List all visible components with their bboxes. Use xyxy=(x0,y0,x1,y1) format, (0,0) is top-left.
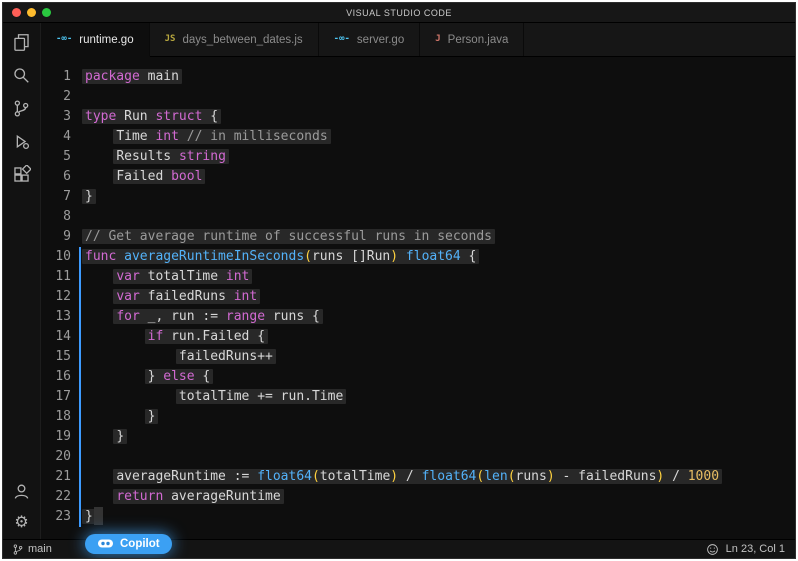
activity-bar: ⚙ xyxy=(3,23,41,539)
line-number: 4 xyxy=(41,127,71,147)
cursor-position[interactable]: Ln 23, Col 1 xyxy=(726,543,785,555)
close-button[interactable] xyxy=(12,8,21,17)
account-button[interactable] xyxy=(10,480,34,502)
js-file-icon: JS xyxy=(165,35,176,44)
code-line[interactable]: 19 } xyxy=(41,427,795,447)
settings-button[interactable]: ⚙ xyxy=(10,511,34,533)
code-line[interactable]: 18 } xyxy=(41,407,795,427)
sidebar-item-search[interactable] xyxy=(10,64,34,86)
code-line[interactable]: 11 var totalTime int xyxy=(41,267,795,287)
java-file-icon: J xyxy=(435,35,440,44)
code-line[interactable]: 1package main xyxy=(41,67,795,87)
tab-label: runtime.go xyxy=(79,34,133,46)
code-line[interactable]: 21 averageRuntime := float64(totalTime) … xyxy=(41,467,795,487)
code-line[interactable]: 9// Get average runtime of successful ru… xyxy=(41,227,795,247)
feedback-smiley-icon xyxy=(706,543,719,556)
line-number: 12 xyxy=(41,287,71,307)
vscode-window: Visual Studio Code xyxy=(2,2,796,559)
code-line[interactable]: 4 Time int // in milliseconds xyxy=(41,127,795,147)
code-line[interactable]: 13 for _, run := range runs { xyxy=(41,307,795,327)
line-number: 1 xyxy=(41,67,71,87)
search-icon xyxy=(12,66,31,85)
code-line[interactable]: 22 return averageRuntime xyxy=(41,487,795,507)
tab-runtime.go[interactable]: -∞- runtime.go xyxy=(41,23,150,57)
feedback-button[interactable] xyxy=(706,543,719,556)
line-number: 14 xyxy=(41,327,71,347)
editor[interactable]: 1package main23type Run struct {4 Time i… xyxy=(41,57,795,539)
sidebar-item-run-debug[interactable] xyxy=(10,130,34,152)
settings-gear-icon: ⚙ xyxy=(14,514,28,530)
go-file-icon: -∞- xyxy=(334,35,350,44)
title-bar: Visual Studio Code xyxy=(3,3,795,23)
code-line[interactable]: 23} xyxy=(41,507,795,527)
line-number: 10 xyxy=(41,247,71,267)
copilot-badge[interactable]: Copilot xyxy=(85,534,172,554)
code-line[interactable]: 16 } else { xyxy=(41,367,795,387)
line-number: 11 xyxy=(41,267,71,287)
branch-indicator[interactable]: main xyxy=(12,543,52,556)
line-number: 20 xyxy=(41,447,71,467)
code-line[interactable]: 8 xyxy=(41,207,795,227)
line-number: 15 xyxy=(41,347,71,367)
line-number: 16 xyxy=(41,367,71,387)
zoom-button[interactable] xyxy=(42,8,51,17)
branch-icon xyxy=(12,543,24,556)
copilot-label: Copilot xyxy=(120,538,160,550)
code-line[interactable]: 6 Failed bool xyxy=(41,167,795,187)
line-number: 21 xyxy=(41,467,71,487)
explorer-icon xyxy=(12,33,31,52)
line-number: 22 xyxy=(41,487,71,507)
code-line[interactable]: 7} xyxy=(41,187,795,207)
code-line[interactable]: 20 xyxy=(41,447,795,467)
sidebar-item-source-control[interactable] xyxy=(10,97,34,119)
go-file-icon: -∞- xyxy=(56,35,72,44)
code-line[interactable]: 5 Results string xyxy=(41,147,795,167)
code-line[interactable]: 10func averageRuntimeInSeconds(runs []Ru… xyxy=(41,247,795,267)
window-title: Visual Studio Code xyxy=(346,8,452,18)
tab-days_between_dates.js[interactable]: JS days_between_dates.js xyxy=(150,23,319,56)
line-number: 8 xyxy=(41,207,71,227)
run-debug-icon xyxy=(12,132,31,151)
code-area[interactable]: 1package main23type Run struct {4 Time i… xyxy=(41,57,795,527)
line-number: 2 xyxy=(41,87,71,107)
line-number: 7 xyxy=(41,187,71,207)
tab-label: Person.java xyxy=(448,34,509,46)
code-line[interactable]: 17 totalTime += run.Time xyxy=(41,387,795,407)
code-line[interactable]: 3type Run struct { xyxy=(41,107,795,127)
line-number: 5 xyxy=(41,147,71,167)
sidebar-item-extensions[interactable] xyxy=(10,163,34,185)
line-number: 17 xyxy=(41,387,71,407)
tab-server.go[interactable]: -∞- server.go xyxy=(319,23,421,56)
line-number: 23 xyxy=(41,507,71,527)
line-number: 3 xyxy=(41,107,71,127)
sidebar-item-explorer[interactable] xyxy=(10,31,34,53)
line-number: 6 xyxy=(41,167,71,187)
minimize-button[interactable] xyxy=(27,8,36,17)
source-control-icon xyxy=(12,99,31,118)
branch-name: main xyxy=(28,543,52,555)
text-cursor xyxy=(94,507,103,525)
line-number: 19 xyxy=(41,427,71,447)
code-line[interactable]: 2 xyxy=(41,87,795,107)
copilot-icon xyxy=(97,538,114,550)
traffic-lights xyxy=(12,8,51,17)
tab-label: days_between_dates.js xyxy=(182,34,302,46)
line-number: 9 xyxy=(41,227,71,247)
line-number: 13 xyxy=(41,307,71,327)
code-line[interactable]: 15 failedRuns++ xyxy=(41,347,795,367)
tab-bar: -∞- runtime.go JS days_between_dates.js -∞- s… xyxy=(41,23,795,57)
code-line[interactable]: 12 var failedRuns int xyxy=(41,287,795,307)
extensions-icon xyxy=(12,165,31,184)
tab-Person.java[interactable]: J Person.java xyxy=(420,23,524,56)
account-icon xyxy=(12,482,31,501)
tab-label: server.go xyxy=(357,34,404,46)
code-line[interactable]: 14 if run.Failed { xyxy=(41,327,795,347)
line-number: 18 xyxy=(41,407,71,427)
